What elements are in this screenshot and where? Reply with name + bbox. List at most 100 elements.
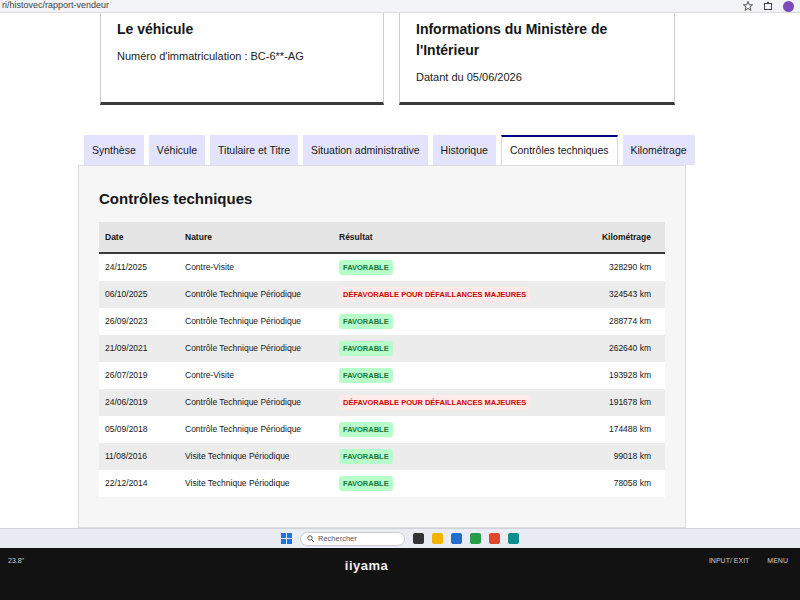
date-cell: 26/07/2019 xyxy=(99,369,179,382)
result-badge: DÉFAVORABLE POUR DÉFAILLANCES MAJEURES xyxy=(339,287,530,302)
web-page: Le véhicule Numéro d'immatriculation : BC… xyxy=(0,13,800,528)
date-cell: 06/10/2025 xyxy=(99,288,179,301)
monitor-button[interactable]: MENU xyxy=(767,556,788,567)
table-row: 26/07/2019Contre-Visite FAVORABLE 193928 k… xyxy=(99,362,665,389)
mileage-cell: 193928 km xyxy=(573,369,665,382)
nature-cell: Contre-Visite xyxy=(179,261,333,274)
nature-cell: Contrôle Technique Périodique xyxy=(179,288,333,301)
monitor-button[interactable]: INPUT/ EXIT xyxy=(709,556,749,567)
result-cell: FAVORABLE xyxy=(333,314,573,329)
date-cell: 11/08/2016 xyxy=(99,450,179,463)
table-row: 26/09/2023Contrôle Technique Périodique F… xyxy=(99,308,665,335)
tab[interactable]: Historique xyxy=(433,135,496,165)
date-cell: 24/06/2019 xyxy=(99,396,179,409)
taskbar-search[interactable]: Rechercher xyxy=(300,532,405,546)
star-icon[interactable] xyxy=(743,1,753,11)
extension-icon[interactable] xyxy=(763,1,773,11)
app-icon[interactable] xyxy=(432,533,443,544)
date-cell: 05/09/2018 xyxy=(99,423,179,436)
tab-panel: Contrôles techniques DateNatureRésultatKi… xyxy=(78,165,686,528)
column-header: Date xyxy=(99,231,179,244)
section-title: Contrôles techniques xyxy=(99,188,665,211)
result-badge: FAVORABLE xyxy=(339,422,393,437)
result-cell: DÉFAVORABLE POUR DÉFAILLANCES MAJEURES xyxy=(333,287,573,302)
page-content: Le véhicule Numéro d'immatriculation : BC… xyxy=(78,13,686,528)
app-icon[interactable] xyxy=(451,533,462,544)
mileage-cell: 262640 km xyxy=(573,342,665,355)
inspections-table: DateNatureRésultatKilométrage24/11/2025C… xyxy=(99,222,665,497)
mileage-cell: 174488 km xyxy=(573,423,665,436)
vehicle-card-title: Le véhicule xyxy=(117,19,369,40)
result-badge: FAVORABLE xyxy=(339,341,393,356)
tab[interactable]: Titulaire et Titre xyxy=(210,135,298,165)
nature-cell: Contre-Visite xyxy=(179,369,333,382)
vehicle-card: Le véhicule Numéro d'immatriculation : BC… xyxy=(100,13,384,105)
table-row: 24/11/2025Contre-Visite FAVORABLE 328290 k… xyxy=(99,254,665,281)
mileage-cell: 324543 km xyxy=(573,288,665,301)
profile-avatar[interactable] xyxy=(783,1,794,12)
table-row: 22/12/2014Visite Technique Périodique FAV… xyxy=(99,470,665,497)
search-placeholder: Rechercher xyxy=(318,533,357,544)
app-icon[interactable] xyxy=(489,533,500,544)
result-cell: FAVORABLE xyxy=(333,341,573,356)
ministry-date: Datant du 05/06/2026 xyxy=(416,69,660,86)
nature-cell: Visite Technique Périodique xyxy=(179,477,333,490)
date-cell: 22/12/2014 xyxy=(99,477,179,490)
nature-cell: Contrôle Technique Périodique xyxy=(179,315,333,328)
result-badge: FAVORABLE xyxy=(339,368,393,383)
result-badge: FAVORABLE xyxy=(339,449,393,464)
monitor-bezel: 23.8" iiyama INPUT/ EXIT MENU xyxy=(0,548,800,600)
windows-icon[interactable] xyxy=(281,533,292,544)
column-header: Résultat xyxy=(333,231,573,244)
mileage-cell: 78058 km xyxy=(573,477,665,490)
ministry-card: Informations du Ministère de l'Intérieur… xyxy=(399,13,675,105)
mileage-cell: 191678 km xyxy=(573,396,665,409)
table-row: 21/09/2021Contrôle Technique Périodique F… xyxy=(99,335,665,362)
table-row: 05/09/2018Contrôle Technique Périodique F… xyxy=(99,416,665,443)
address-bar[interactable]: ri/histovec/rapport-vendeur xyxy=(2,0,743,13)
info-cards: Le véhicule Numéro d'immatriculation : BC… xyxy=(78,13,686,105)
tab[interactable]: Synthèse xyxy=(84,135,144,165)
result-badge: DÉFAVORABLE POUR DÉFAILLANCES MAJEURES xyxy=(339,395,530,410)
search-icon xyxy=(307,535,314,542)
date-cell: 21/09/2021 xyxy=(99,342,179,355)
result-badge: FAVORABLE xyxy=(339,476,393,491)
tab[interactable]: Situation administrative xyxy=(303,135,428,165)
plate-number: Numéro d'immatriculation : BC-6**-AG xyxy=(117,48,369,65)
result-cell: FAVORABLE xyxy=(333,476,573,491)
column-header: Kilométrage xyxy=(573,231,665,244)
date-cell: 26/09/2023 xyxy=(99,315,179,328)
monitor-buttons: INPUT/ EXIT MENU xyxy=(709,556,788,567)
mileage-cell: 328290 km xyxy=(573,261,665,274)
monitor-size: 23.8" xyxy=(8,556,24,567)
mileage-cell: 99018 km xyxy=(573,450,665,463)
result-cell: FAVORABLE xyxy=(333,260,573,275)
date-cell: 24/11/2025 xyxy=(99,261,179,274)
ministry-card-title: Informations du Ministère de l'Intérieur xyxy=(416,19,660,61)
table-row: 24/06/2019Contrôle Technique Périodique D… xyxy=(99,389,665,416)
app-icon[interactable] xyxy=(470,533,481,544)
nature-cell: Contrôle Technique Périodique xyxy=(179,423,333,436)
app-icon[interactable] xyxy=(508,533,519,544)
mileage-cell: 288774 km xyxy=(573,315,665,328)
nature-cell: Contrôle Technique Périodique xyxy=(179,396,333,409)
nature-cell: Contrôle Technique Périodique xyxy=(179,342,333,355)
result-badge: FAVORABLE xyxy=(339,314,393,329)
tab[interactable]: Kilométrage xyxy=(623,135,695,165)
result-cell: FAVORABLE xyxy=(333,422,573,437)
taskbar: Rechercher xyxy=(0,528,800,548)
browser-bar: ri/histovec/rapport-vendeur xyxy=(0,0,800,13)
monitor-brand: iiyama xyxy=(345,556,388,576)
result-cell: FAVORABLE xyxy=(333,449,573,464)
table-body: 24/11/2025Contre-VisiteFAVORABLE328290 k… xyxy=(99,254,665,497)
column-header: Nature xyxy=(179,231,333,244)
table-header: DateNatureRésultatKilométrage xyxy=(99,222,665,254)
tab[interactable]: Véhicule xyxy=(149,135,205,165)
browser-icons xyxy=(743,1,794,12)
result-badge: FAVORABLE xyxy=(339,260,393,275)
tab-bar: SynthèseVéhiculeTitulaire et TitreSituat… xyxy=(78,135,686,165)
app-icon[interactable] xyxy=(413,533,424,544)
result-cell: DÉFAVORABLE POUR DÉFAILLANCES MAJEURES xyxy=(333,395,573,410)
table-row: 06/10/2025Contrôle Technique Périodique D… xyxy=(99,281,665,308)
tab[interactable]: Contrôles techniques xyxy=(501,135,618,165)
